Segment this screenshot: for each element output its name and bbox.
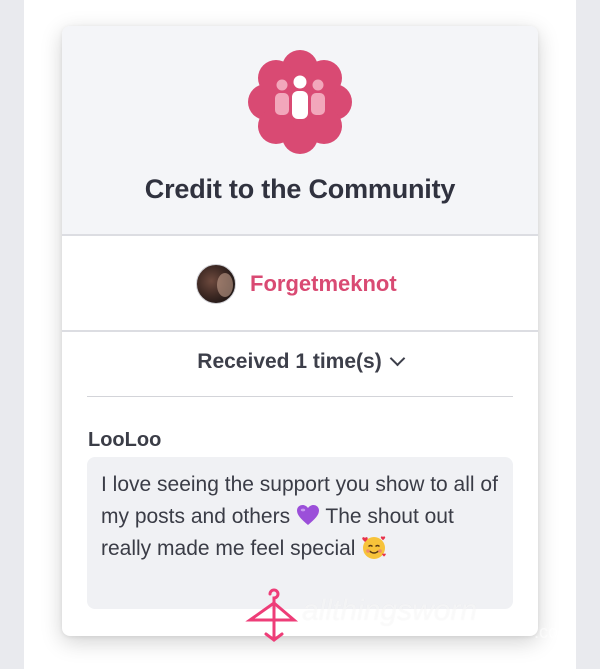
hanger-icon	[245, 588, 299, 642]
avatar[interactable]	[196, 264, 236, 304]
smiling-face-with-hearts-icon	[362, 536, 387, 559]
received-count-toggle[interactable]: Received 1 time(s)	[62, 350, 538, 374]
watermark-text: allthingsworn	[302, 594, 478, 627]
received-count-label: Received 1 time(s)	[197, 350, 382, 373]
recipient-name-link[interactable]: Forgetmeknot	[250, 271, 397, 297]
card-title: Credit to the Community	[144, 174, 456, 204]
divider	[87, 396, 513, 397]
recipient-row[interactable]: Forgetmeknot	[62, 236, 538, 332]
comment-message: I love seeing the support you show to al…	[87, 457, 513, 609]
community-people-icon	[248, 50, 352, 154]
chevron-down-icon	[389, 350, 405, 367]
card-header: Credit to the Community	[62, 26, 538, 236]
purple-heart-icon	[296, 505, 319, 525]
watermark-suffix: .com	[534, 622, 574, 642]
community-credit-card: Credit to the Community Forgetmeknot Rec…	[62, 26, 538, 636]
comment-sender-name[interactable]: LooLoo	[88, 429, 161, 452]
